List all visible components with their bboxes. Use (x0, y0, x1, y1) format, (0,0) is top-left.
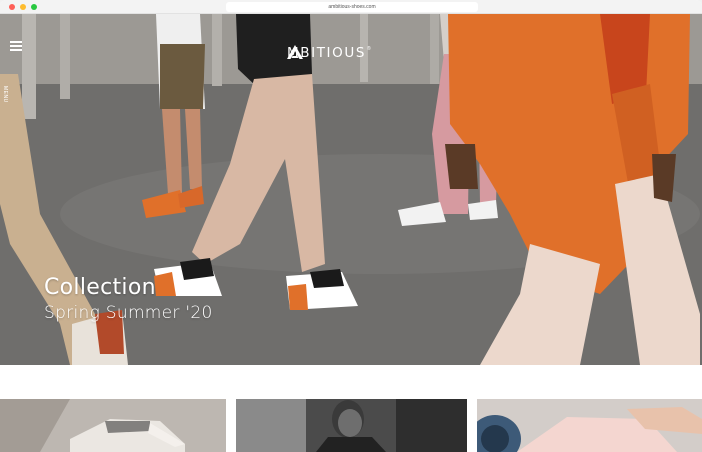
menu-label[interactable]: MENU (2, 86, 8, 103)
minimize-window-icon[interactable] (20, 4, 26, 10)
logo-registered-mark: ® (367, 46, 371, 52)
hamburger-menu-icon[interactable] (10, 41, 24, 53)
hero-banner[interactable]: MENU MBITIOUS ® Collection Spring Summer… (0, 14, 702, 365)
model-tile-image (236, 399, 467, 452)
browser-window: ambitious-shoes.com MENU MBITIOUS ® Coll… (0, 0, 702, 452)
hero-title[interactable]: Collection (44, 275, 156, 300)
site-logo[interactable]: MBITIOUS ® (286, 44, 371, 62)
sneaker-tile[interactable] (0, 399, 226, 452)
model-tile[interactable] (236, 399, 467, 452)
ambitious-logo-icon (287, 45, 303, 59)
hero-subtitle[interactable]: Spring Summer '20 (44, 303, 213, 323)
shoe-detail-tile-image (477, 399, 702, 452)
collection-tiles (0, 399, 702, 452)
browser-titlebar: ambitious-shoes.com (0, 0, 702, 14)
close-window-icon[interactable] (9, 4, 15, 10)
shoe-detail-tile[interactable] (477, 399, 702, 452)
address-bar[interactable]: ambitious-shoes.com (226, 2, 478, 12)
maximize-window-icon[interactable] (31, 4, 37, 10)
sneaker-tile-image (0, 399, 226, 452)
